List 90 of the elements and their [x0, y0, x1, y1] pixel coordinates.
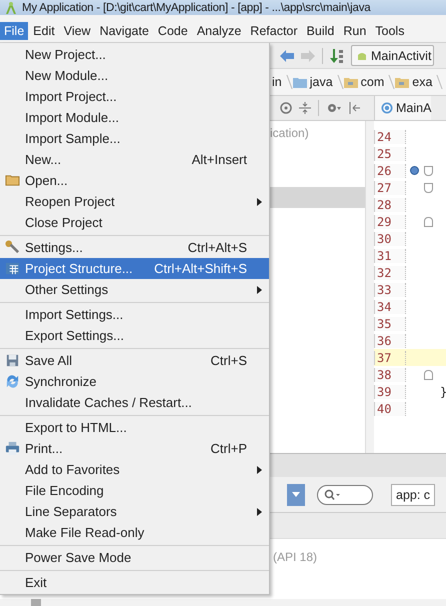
fold-marker-icon[interactable] [424, 370, 432, 380]
menu-bar-item[interactable]: Code [154, 22, 192, 40]
wrench-icon [5, 240, 20, 255]
collapse-icon[interactable] [299, 102, 311, 114]
menu-item[interactable]: Add to Favorites [0, 459, 269, 480]
menu-item[interactable]: Reopen Project [0, 191, 269, 212]
menu-item[interactable]: Export to HTML... [0, 417, 269, 438]
folder-icon [395, 76, 410, 88]
fold-marker-icon[interactable] [424, 216, 432, 226]
caret-icon [292, 492, 300, 497]
line-number: 28 [374, 198, 406, 212]
menu-item[interactable]: Import Sample... [0, 128, 269, 149]
project-item-text: ication) [270, 126, 309, 140]
menu-bar-item[interactable]: View [60, 22, 95, 40]
breadcrumb[interactable]: exa [395, 75, 432, 89]
line-number: 37 [374, 350, 406, 364]
gear-icon[interactable] [326, 102, 342, 114]
back-arrow-icon[interactable] [280, 50, 294, 62]
folder-icon [292, 76, 307, 88]
fold-marker-icon[interactable] [424, 182, 432, 192]
scrollbar[interactable] [365, 121, 374, 453]
menu-bar-item[interactable]: Navigate [96, 22, 153, 40]
menu-item[interactable]: Other Settings [0, 279, 269, 300]
menu-item[interactable]: Invalidate Caches / Restart... [0, 392, 269, 413]
breadcrumb[interactable]: java [292, 75, 333, 89]
window-title: My Application - [D:\git\cart\MyApplication] - [app] - ...\app\src\main\java [22, 2, 370, 14]
android-icon [357, 50, 367, 60]
line-number: 39 [374, 384, 406, 398]
target-icon[interactable] [280, 102, 292, 114]
menu-item[interactable]: Import Settings... [0, 304, 269, 325]
android-icon [4, 0, 18, 14]
menu-item[interactable]: Settings... Ctrl+Alt+S [0, 237, 269, 258]
search-icon [324, 488, 340, 500]
menu-bar-item[interactable]: Analyze [192, 22, 246, 40]
breadcrumb[interactable]: in [272, 75, 282, 89]
folder-icon [344, 76, 358, 88]
line-number: 35 [374, 316, 406, 330]
filter-field[interactable]: app: c [391, 484, 436, 506]
class-icon [381, 102, 393, 114]
menu-item[interactable]: File Encoding [0, 480, 269, 501]
menu-item[interactable]: Make File Read-only [0, 522, 269, 543]
line-number: 25 [374, 146, 406, 160]
menu-item[interactable]: Synchronize [0, 371, 269, 392]
menu-bar-item[interactable]: File [0, 22, 28, 40]
menu-bar-item[interactable]: Build [302, 22, 338, 40]
line-number: 36 [374, 334, 406, 348]
menu-item[interactable]: New... Alt+Insert [0, 149, 269, 170]
sort-icon[interactable] [330, 48, 344, 62]
sync-icon [5, 374, 20, 389]
line-number: 32 [374, 266, 406, 280]
menu-item[interactable]: Line Separators [0, 501, 269, 522]
menu-bar-item[interactable]: Tools [371, 22, 408, 40]
code-text: } [440, 384, 446, 398]
line-number: 30 [374, 232, 406, 246]
line-number: 40 [374, 402, 406, 416]
menu-bar-item[interactable]: Run [339, 22, 370, 40]
dropdown-button[interactable] [287, 484, 305, 506]
menu-item[interactable]: Import Module... [0, 107, 269, 128]
menu-item[interactable]: Project Structure... Ctrl+Alt+Shift+S [0, 258, 269, 279]
line-number: 26 [374, 164, 406, 178]
hide-panel-icon[interactable] [349, 102, 361, 114]
printer-icon [5, 441, 20, 456]
fold-marker-icon[interactable] [424, 166, 432, 176]
line-number: 38 [374, 368, 406, 382]
breadcrumb[interactable]: com [344, 75, 384, 89]
line-number: 24 [374, 130, 406, 144]
line-number: 29 [374, 214, 406, 228]
editor-tab[interactable]: MainA [374, 96, 432, 120]
search-field[interactable] [317, 484, 373, 504]
grid-icon [5, 261, 20, 276]
line-number: 31 [374, 248, 406, 262]
line-number: 33 [374, 282, 406, 296]
folder-icon [5, 173, 20, 188]
device-api-text: (API 18) [273, 550, 318, 564]
save-icon [5, 353, 20, 368]
menu-bar-item[interactable]: Refactor [246, 22, 302, 40]
forward-arrow-icon[interactable] [301, 50, 315, 62]
menu-item[interactable]: New Project... [0, 44, 269, 65]
run-config-dropdown[interactable]: MainActivit [351, 45, 434, 66]
menu-item[interactable]: Power Save Mode [0, 547, 269, 568]
menu-item[interactable]: Export Settings... [0, 325, 269, 346]
line-number: 34 [374, 300, 406, 314]
menu-item[interactable]: Import Project... [0, 86, 269, 107]
menu-bar-item[interactable]: Edit [29, 22, 59, 40]
menu-item[interactable]: New Module... [0, 65, 269, 86]
menu-item[interactable]: Save All Ctrl+S [0, 350, 269, 371]
line-number: 27 [374, 180, 406, 194]
menu-item[interactable]: Close Project [0, 212, 269, 233]
menu-item[interactable]: Print... Ctrl+P [0, 438, 269, 459]
menu-item[interactable]: Open... [0, 170, 269, 191]
